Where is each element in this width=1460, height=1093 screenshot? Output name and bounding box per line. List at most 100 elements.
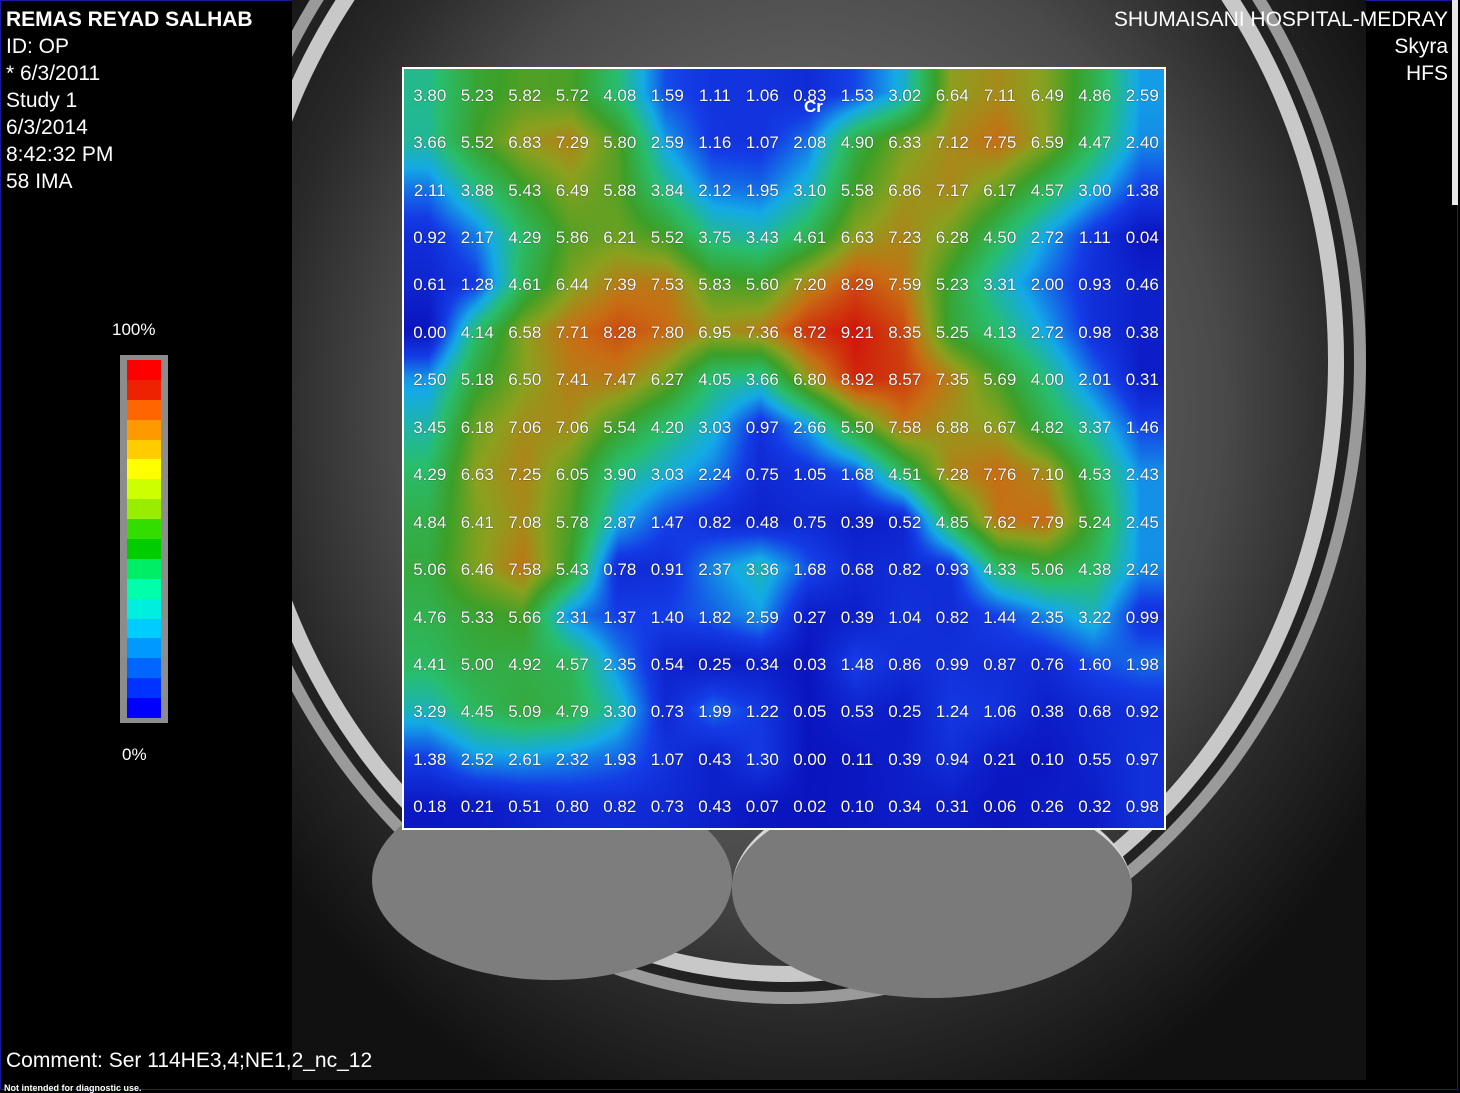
map-value-cell: 2.45 [1125, 512, 1159, 532]
map-value-cell: 1.48 [840, 654, 874, 674]
map-value-cell: 2.17 [460, 228, 494, 247]
map-value-cell: 1.82 [698, 607, 732, 627]
map-value-cell: 2.72 [1030, 228, 1064, 247]
map-value-cell: 4.20 [650, 417, 684, 437]
map-value-cell: 1.59 [650, 85, 684, 105]
map-value-cell: 6.67 [983, 417, 1017, 437]
map-value-cell: 2.59 [1125, 85, 1159, 105]
map-value-cell: 5.86 [555, 228, 589, 247]
map-value-cell: 4.05 [698, 370, 732, 390]
map-value-cell: 1.46 [1125, 417, 1159, 437]
map-value-cell: 0.82 [603, 797, 637, 817]
map-value-cell: 6.21 [603, 228, 637, 247]
map-value-cell: 6.80 [793, 370, 827, 390]
map-value-cell: 0.51 [508, 797, 542, 817]
map-value-cell: 0.82 [935, 607, 969, 627]
map-value-cell: 4.84 [413, 512, 447, 532]
map-value-cell: 4.41 [413, 654, 447, 674]
map-value-cell: 5.50 [840, 417, 874, 437]
color-swatch [127, 459, 161, 480]
color-swatch [127, 638, 161, 659]
color-swatch [127, 360, 161, 380]
color-swatch [127, 379, 161, 400]
map-value-cell: 6.49 [555, 180, 589, 200]
map-value-cell: 2.12 [698, 180, 732, 200]
map-value-cell: 3.10 [793, 180, 827, 200]
birth-date: * 6/3/2011 [6, 62, 101, 85]
map-value-cell: 5.60 [745, 275, 779, 295]
map-value-cell: 5.78 [555, 512, 589, 532]
map-value-cell: 1.68 [793, 560, 827, 580]
map-value-cell: 1.99 [698, 702, 732, 722]
map-value-cell: 4.86 [1078, 85, 1112, 105]
map-value-cell: 0.43 [698, 797, 732, 817]
map-value-cell: 0.91 [650, 560, 684, 580]
map-value-cell: 3.88 [460, 180, 494, 200]
map-value-cell: 1.22 [745, 702, 779, 722]
map-value-cell: 0.86 [888, 654, 922, 674]
map-value-cell: 7.28 [935, 465, 969, 485]
map-value-cell: 0.93 [1078, 275, 1112, 295]
map-value-cell: 1.68 [840, 465, 874, 485]
comment-text: Comment: Ser 114HE3,4;NE1,2_nc_12 [6, 1049, 373, 1072]
color-scale-swatches [127, 360, 161, 719]
map-value-cell: 0.11 [841, 749, 874, 769]
map-value-cell: 5.43 [508, 180, 542, 200]
map-value-cell: 0.46 [1125, 275, 1159, 295]
map-value-cell: 0.99 [935, 654, 969, 674]
map-value-cell: 1.07 [745, 133, 779, 153]
map-value-cell: 5.72 [555, 85, 589, 105]
map-value-cell: 7.47 [603, 370, 637, 390]
map-value-cell: 3.36 [745, 560, 779, 580]
map-value-cell: 1.11 [698, 85, 731, 105]
map-value-cell: 0.82 [698, 512, 732, 532]
map-value-cell: 0.98 [1078, 322, 1112, 342]
map-value-cell: 6.46 [460, 560, 494, 580]
map-value-cell: 5.24 [1078, 512, 1112, 532]
map-value-cell: 8.35 [888, 322, 922, 342]
map-value-cell: 5.18 [460, 370, 494, 390]
map-value-cell: 1.30 [745, 749, 779, 769]
map-value-cell: 0.68 [840, 560, 874, 580]
spectroscopy-map[interactable]: 3.80 5.23 5.82 5.72 4.08 1.59 1.11 1.06 0.83 1.53… [402, 67, 1166, 830]
map-value-cell: 3.03 [698, 417, 732, 437]
map-value-cell: 0.00 [413, 322, 447, 342]
map-value-cell: 0.25 [888, 702, 922, 722]
map-value-cell: 7.08 [508, 512, 542, 532]
map-value-cell: 4.61 [508, 275, 542, 295]
map-value-cell: 8.29 [840, 275, 874, 295]
map-value-cell: 3.66 [413, 133, 447, 153]
color-swatch [127, 558, 161, 579]
map-value-cell: 5.69 [983, 370, 1017, 390]
map-value-cell: 4.57 [1030, 180, 1064, 200]
map-value-cell: 7.36 [745, 322, 779, 342]
map-value-cell: 0.39 [840, 607, 874, 627]
map-value-cell: 5.66 [508, 607, 542, 627]
map-value-cell: 0.82 [888, 560, 922, 580]
map-value-cell: 6.95 [698, 322, 732, 342]
map-value-cell: 1.95 [745, 180, 779, 200]
map-value-cell: 4.14 [460, 322, 494, 342]
scrollbar[interactable] [1452, 0, 1458, 205]
map-value-cell: 5.23 [460, 85, 494, 105]
map-value-cell: 6.33 [888, 133, 922, 153]
patient-info: REMAS REYAD SALHAB ID: OP * 6/3/2011 Stu… [6, 6, 253, 195]
map-value-cell: 1.40 [650, 607, 684, 627]
map-value-cell: 2.50 [413, 370, 447, 390]
map-value-cell: 2.43 [1125, 465, 1159, 485]
map-value-cell: 1.06 [983, 702, 1017, 722]
map-value-cell: 0.32 [1078, 797, 1112, 817]
map-value-cell: 7.58 [888, 417, 922, 437]
map-value-cell: 5.43 [555, 560, 589, 580]
color-swatch [127, 578, 161, 599]
map-value-cell: 3.00 [1078, 180, 1112, 200]
map-value-cell: 3.90 [603, 465, 637, 485]
map-value-cell: 5.83 [698, 275, 732, 295]
map-value-cell: 0.54 [650, 654, 684, 674]
map-value-cell: 0.31 [935, 797, 969, 817]
map-value-cell: 6.49 [1030, 85, 1064, 105]
map-value-cell: 0.26 [1030, 797, 1064, 817]
map-value-cell: 0.48 [745, 512, 779, 532]
map-value-cell: 5.52 [650, 228, 684, 247]
map-value-cell: 2.35 [1030, 607, 1064, 627]
